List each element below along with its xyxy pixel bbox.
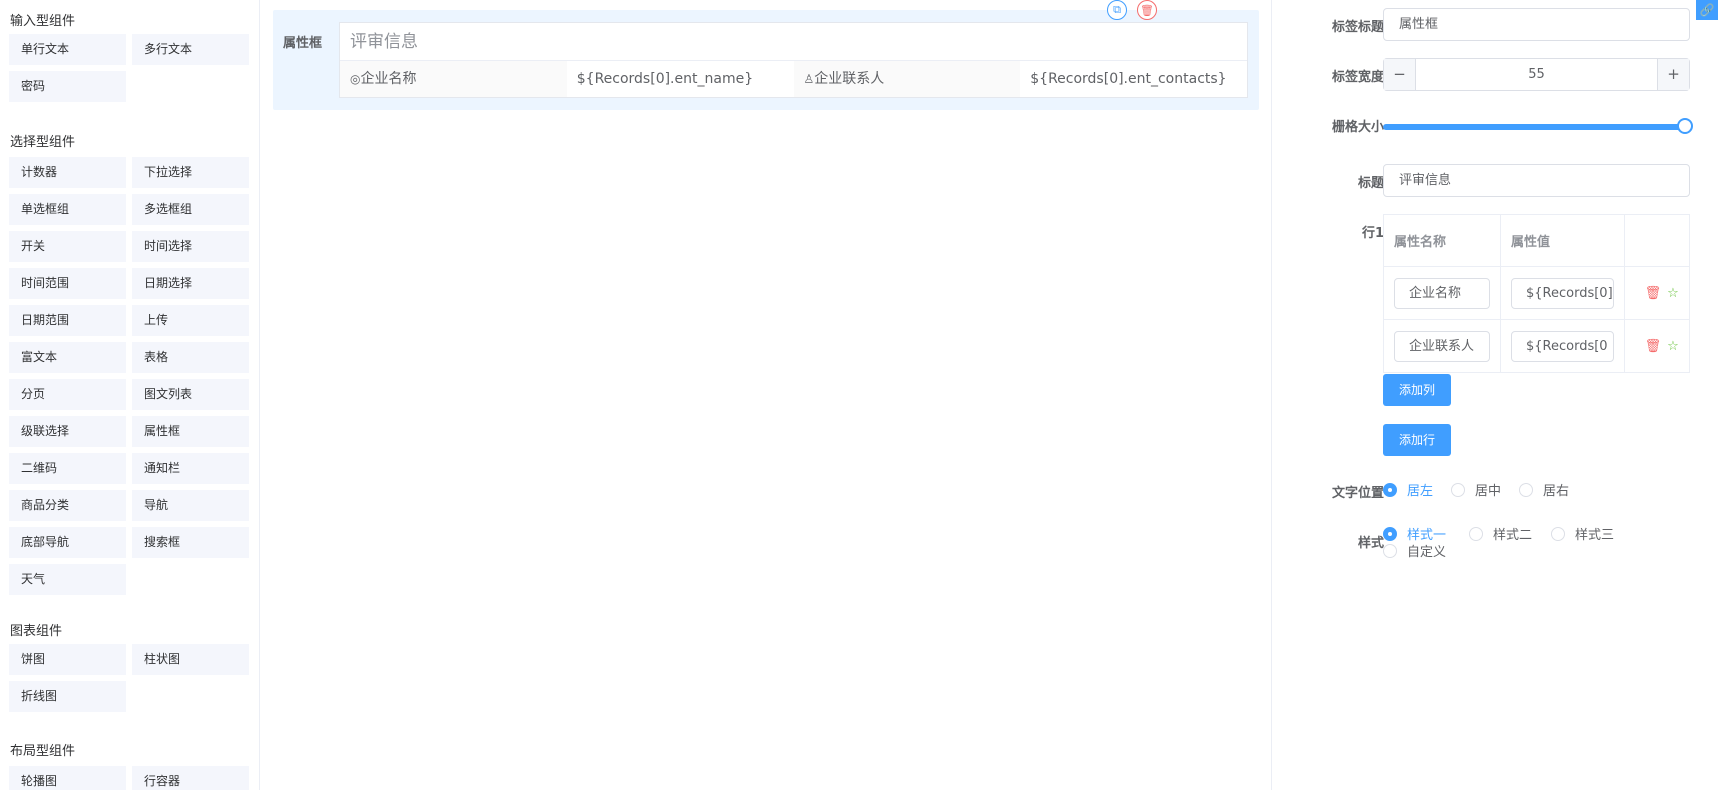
column-header-ops [1623, 214, 1691, 267]
table-row: 企业联系人 ${Records[0 🗑 ☆ [1383, 319, 1691, 373]
radio-style-two[interactable]: 样式二 [1469, 524, 1532, 543]
property-name-cell: ◎企业名称 [340, 61, 567, 97]
radio-align-left[interactable]: 居左 [1383, 480, 1433, 499]
title-input[interactable]: 评审信息 [1383, 164, 1690, 197]
label-width-stepper: − 55 + [1383, 58, 1690, 91]
increment-button[interactable]: + [1657, 59, 1689, 90]
trash-icon[interactable]: 🗑 [1645, 339, 1662, 354]
grid-size-label: 栅格大小 [1331, 120, 1384, 135]
user-icon: ♙ [803, 72, 815, 86]
group-title-select: 选择型组件 [10, 135, 76, 150]
palette-item-bar-chart[interactable]: 柱状图 [132, 644, 249, 675]
copy-icon[interactable]: ⧉ [1107, 0, 1127, 20]
link-icon[interactable]: 🔗 [1696, 0, 1718, 20]
radio-align-right[interactable]: 居右 [1519, 480, 1569, 499]
palette-item-upload[interactable]: 上传 [132, 305, 249, 336]
palette-item-table[interactable]: 表格 [132, 342, 249, 373]
row-name-input[interactable]: 企业名称 [1394, 277, 1490, 309]
palette-item-weather[interactable]: 天气 [9, 564, 126, 595]
palette-item-date-picker[interactable]: 日期选择 [132, 268, 249, 299]
palette-item-product-category[interactable]: 商品分类 [9, 490, 126, 521]
radio-align-center[interactable]: 居中 [1451, 480, 1501, 499]
group-title-input: 输入型组件 [10, 14, 76, 29]
decrement-button[interactable]: − [1384, 59, 1416, 90]
property-name-cell: ♙企业联系人 [793, 61, 1021, 97]
palette-item-bottom-nav[interactable]: 底部导航 [9, 527, 126, 558]
group-items-chart: 饼图 柱状图 折线图 [9, 644, 251, 712]
design-canvas: 属性框 评审信息 ◎企业名称 ${Records[0].ent_name} ♙企… [261, 0, 1271, 790]
table-header-row: 属性名称 属性值 [1383, 214, 1691, 267]
row-name-input[interactable]: 企业联系人 [1394, 330, 1490, 362]
trash-icon[interactable]: 🗑 [1645, 286, 1662, 301]
palette-item-time-range[interactable]: 时间范围 [9, 268, 126, 299]
grid-size-slider-handle[interactable] [1677, 118, 1693, 134]
palette-item-nav[interactable]: 导航 [132, 490, 249, 521]
palette-item-image-list[interactable]: 图文列表 [132, 379, 249, 410]
property-name-text: 企业名称 [360, 71, 417, 87]
row-value-input[interactable]: ${Records[0] [1511, 277, 1614, 309]
palette-item-search-box[interactable]: 搜索框 [132, 527, 249, 558]
palette-item-notice-bar[interactable]: 通知栏 [132, 453, 249, 484]
palette-item-multi-line-text[interactable]: 多行文本 [132, 34, 249, 65]
add-row-button[interactable]: 添加行 [1383, 424, 1451, 456]
group-items-select: 计数器 下拉选择 单选框组 多选框组 开关 时间选择 时间范围 日期选择 日期范… [9, 157, 251, 595]
label-title-input[interactable]: 属性框 [1383, 8, 1690, 41]
table-row: 企业名称 ${Records[0] 🗑 ☆ [1383, 266, 1691, 320]
component-palette: 输入型组件 单行文本 多行文本 密码 选择型组件 计数器 下拉选择 单选框组 多… [0, 0, 260, 790]
palette-item-date-range[interactable]: 日期范围 [9, 305, 126, 336]
row1-table: 属性名称 属性值 企业名称 ${Records[0] 🗑 ☆ 企业联系人 ${Re… [1383, 214, 1691, 373]
star-icon[interactable]: ☆ [1667, 339, 1679, 354]
palette-item-cascader[interactable]: 级联选择 [9, 416, 126, 447]
palette-item-single-line-text[interactable]: 单行文本 [9, 34, 126, 65]
property-table-title: 评审信息 [340, 23, 1247, 61]
add-column-button[interactable]: 添加列 [1383, 374, 1451, 406]
properties-panel: 标签标题 属性框 标签宽度 − 55 + 栅格大小 标题 评审信息 行1 属性名… [1271, 0, 1718, 790]
property-box-widget[interactable]: 属性框 评审信息 ◎企业名称 ${Records[0].ent_name} ♙企… [273, 0, 1259, 110]
label-title-label: 标签标题 [1331, 20, 1384, 35]
palette-item-line-chart[interactable]: 折线图 [9, 681, 126, 712]
column-header-value: 属性值 [1500, 214, 1625, 267]
radio-style-three[interactable]: 样式三 [1551, 524, 1614, 543]
palette-item-qrcode[interactable]: 二维码 [9, 453, 126, 484]
palette-item-password[interactable]: 密码 [9, 71, 126, 102]
company-icon: ◎ [350, 72, 361, 86]
property-value-cell: ${Records[0].ent_contacts} [1030, 71, 1227, 87]
palette-item-switch[interactable]: 开关 [9, 231, 126, 262]
text-position-label: 文字位置 [1331, 486, 1384, 501]
widget-label: 属性框 [283, 36, 323, 51]
group-items-layout: 轮播图 行容器 [9, 766, 251, 790]
palette-item-checkbox-group[interactable]: 多选框组 [132, 194, 249, 225]
grid-size-slider-track[interactable] [1383, 124, 1683, 130]
palette-item-pie-chart[interactable]: 饼图 [9, 644, 126, 675]
label-width-label: 标签宽度 [1331, 70, 1384, 85]
row1-label: 行1 [1361, 226, 1384, 241]
palette-item-rich-text[interactable]: 富文本 [9, 342, 126, 373]
property-table: 评审信息 ◎企业名称 ${Records[0].ent_name} ♙企业联系人… [339, 22, 1248, 98]
style-label: 样式 [1357, 536, 1384, 551]
delete-icon[interactable]: 🗑 [1137, 0, 1157, 20]
property-value-cell: ${Records[0].ent_name} [576, 71, 754, 87]
radio-style-custom[interactable]: 自定义 [1383, 541, 1446, 560]
title-label: 标题 [1357, 176, 1384, 191]
palette-item-carousel[interactable]: 轮播图 [9, 766, 126, 790]
group-title-chart: 图表组件 [10, 624, 63, 639]
row-value-input[interactable]: ${Records[0 [1511, 330, 1614, 362]
star-icon[interactable]: ☆ [1667, 286, 1679, 301]
palette-item-pagination[interactable]: 分页 [9, 379, 126, 410]
label-width-value[interactable]: 55 [1416, 59, 1657, 90]
palette-item-row-container[interactable]: 行容器 [132, 766, 249, 790]
palette-item-property-box[interactable]: 属性框 [132, 416, 249, 447]
group-items-input: 单行文本 多行文本 密码 [9, 34, 251, 102]
palette-item-dropdown[interactable]: 下拉选择 [132, 157, 249, 188]
palette-item-radio-group[interactable]: 单选框组 [9, 194, 126, 225]
property-table-row: ◎企业名称 ${Records[0].ent_name} ♙企业联系人 ${Re… [340, 61, 1247, 97]
property-name-text: 企业联系人 [814, 71, 885, 87]
palette-item-counter[interactable]: 计数器 [9, 157, 126, 188]
group-title-layout: 布局型组件 [10, 744, 76, 759]
palette-item-time-picker[interactable]: 时间选择 [132, 231, 249, 262]
column-header-name: 属性名称 [1383, 214, 1501, 267]
